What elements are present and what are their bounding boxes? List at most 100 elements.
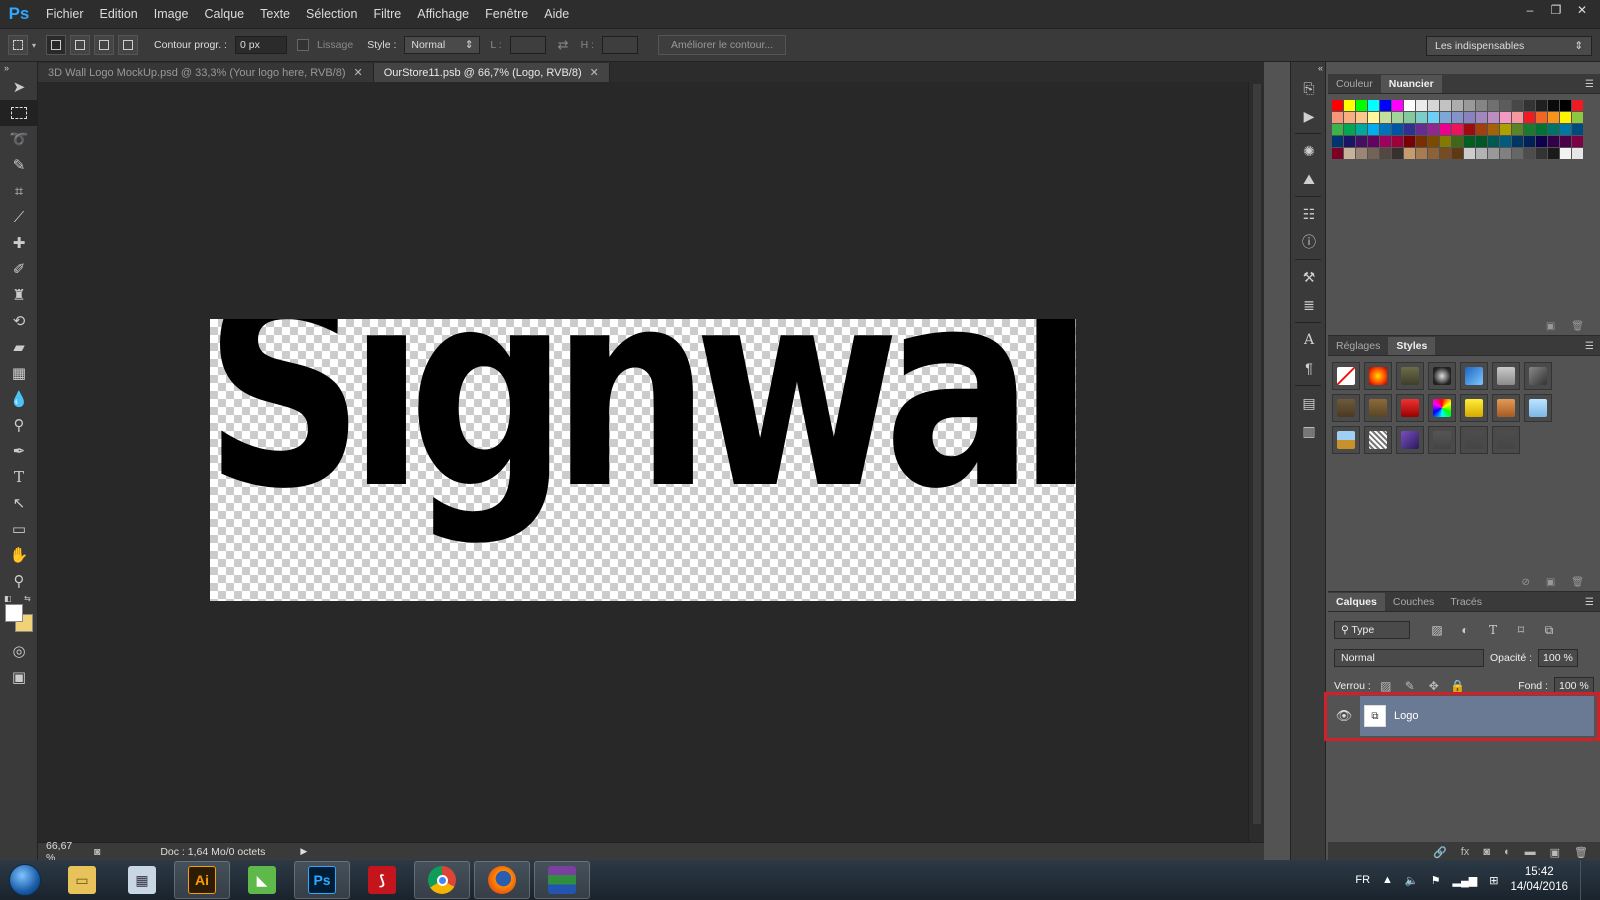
color-swatch[interactable] (1344, 124, 1355, 135)
color-swatch[interactable] (1560, 100, 1571, 111)
color-swatch[interactable] (1440, 100, 1451, 111)
path-selection-tool-icon[interactable]: ↖ (0, 490, 38, 516)
color-swatch[interactable] (1488, 124, 1499, 135)
swap-icon[interactable]: ⇄ (558, 37, 569, 53)
color-swatch[interactable] (1464, 112, 1475, 123)
color-swatch[interactable] (1368, 136, 1379, 147)
color-swatch[interactable] (1560, 112, 1571, 123)
rectangle-tool-icon[interactable]: ▭ (0, 516, 38, 542)
new-layer-icon[interactable]: ▣ (1550, 846, 1560, 859)
play-icon[interactable]: ▶ (300, 846, 307, 857)
color-swatch[interactable] (1356, 124, 1367, 135)
color-swatch[interactable] (1572, 148, 1583, 159)
taskbar-inkscape[interactable]: ◣ (234, 861, 290, 899)
collapse-toolbar-icon[interactable]: » (0, 62, 38, 74)
add-mask-icon[interactable]: ◙ (1483, 846, 1490, 858)
style-preset[interactable] (1332, 426, 1360, 454)
clear-style-icon[interactable]: ⊘ (1521, 577, 1529, 588)
color-swatch[interactable] (1464, 100, 1475, 111)
color-swatch[interactable] (1524, 100, 1535, 111)
marquee-tool-preset-icon[interactable] (8, 35, 28, 55)
layer-filter-select[interactable]: ⚲ Type (1334, 621, 1410, 639)
color-swatch[interactable] (1524, 136, 1535, 147)
brush-panel-icon[interactable]: ≣ (1291, 291, 1327, 319)
color-swatch[interactable] (1392, 124, 1403, 135)
color-swatch[interactable] (1572, 124, 1583, 135)
color-swatch[interactable] (1440, 112, 1451, 123)
pixel-filter-icon[interactable]: ▨ (1426, 623, 1448, 637)
color-swatch[interactable] (1536, 100, 1547, 111)
color-swatch[interactable] (1560, 148, 1571, 159)
color-swatch[interactable] (1560, 124, 1571, 135)
color-swatch[interactable] (1404, 124, 1415, 135)
color-swatch[interactable] (1548, 100, 1559, 111)
color-swatch[interactable] (1500, 148, 1511, 159)
layer-style-icon[interactable]: fx (1461, 846, 1470, 858)
color-swatch[interactable] (1524, 124, 1535, 135)
color-swatch[interactable] (1512, 136, 1523, 147)
color-swatch[interactable] (1428, 112, 1439, 123)
menu-filtre[interactable]: Filtre (365, 7, 409, 21)
clone-source-icon[interactable]: ⛰ (1291, 165, 1327, 193)
color-swatch[interactable] (1452, 112, 1463, 123)
color-swatch[interactable] (1428, 124, 1439, 135)
subtract-selection-icon[interactable] (94, 35, 115, 55)
color-swatch[interactable] (1368, 148, 1379, 159)
trash-icon[interactable]: 🗑 (1571, 321, 1584, 332)
color-swatch[interactable] (1476, 112, 1487, 123)
tab-3d-wall-logo[interactable]: 3D Wall Logo MockUp.psd @ 33,3% (Your lo… (38, 63, 374, 82)
workspace-select[interactable]: Les indispensables ⇕ (1426, 36, 1592, 56)
windows-flag-icon[interactable]: ⊞ (1489, 874, 1498, 887)
color-swatch[interactable] (1488, 112, 1499, 123)
color-swatch[interactable] (1416, 100, 1427, 111)
color-swatch[interactable] (1452, 136, 1463, 147)
style-preset[interactable] (1524, 362, 1552, 390)
taskbar-explorer[interactable]: ▭ (54, 861, 110, 899)
eyedropper-tool-icon[interactable]: ⟋ (0, 204, 38, 230)
style-preset[interactable] (1364, 426, 1392, 454)
tray-arrow-icon[interactable]: ▲ (1382, 874, 1393, 886)
color-swatch[interactable] (1512, 124, 1523, 135)
proof-icon[interactable]: ◙ (94, 846, 100, 858)
minimize-button[interactable]: – (1518, 2, 1542, 18)
style-preset[interactable] (1460, 394, 1488, 422)
color-swatch[interactable] (1428, 148, 1439, 159)
pen-tool-icon[interactable]: ✒ (0, 438, 38, 464)
color-swatch[interactable] (1404, 148, 1415, 159)
hand-tool-icon[interactable]: ✋ (0, 542, 38, 568)
tool-presets-icon[interactable]: ⚒ (1291, 263, 1327, 291)
actions-icon[interactable]: ▶ (1291, 102, 1327, 130)
menu-calque[interactable]: Calque (197, 7, 253, 21)
color-swatch[interactable] (1392, 148, 1403, 159)
restore-button[interactable]: ❐ (1544, 2, 1568, 18)
color-swatch[interactable] (1572, 112, 1583, 123)
color-swatch[interactable] (1464, 136, 1475, 147)
panel-menu-icon[interactable]: ☰ (1579, 594, 1600, 611)
trash-icon[interactable]: 🗑 (1571, 577, 1584, 588)
gradient-tool-icon[interactable]: ▦ (0, 360, 38, 386)
color-swatch[interactable] (1500, 100, 1511, 111)
color-swatch[interactable] (1332, 148, 1343, 159)
color-swatch[interactable] (1428, 136, 1439, 147)
color-swatch[interactable] (1344, 100, 1355, 111)
color-swatch[interactable] (1512, 100, 1523, 111)
color-swatch[interactable] (1464, 124, 1475, 135)
style-preset[interactable] (1396, 426, 1424, 454)
close-icon[interactable]: ✕ (590, 66, 599, 79)
tab-couleur[interactable]: Couleur (1328, 75, 1381, 93)
color-swatch[interactable] (1332, 124, 1343, 135)
menu-aide[interactable]: Aide (536, 7, 577, 21)
lock-position-icon[interactable]: ✥ (1425, 679, 1443, 693)
color-swatch[interactable] (1572, 100, 1583, 111)
color-swatch[interactable] (1536, 112, 1547, 123)
screen-mode-icon[interactable]: ▣ (0, 664, 38, 690)
color-swatch[interactable] (1500, 136, 1511, 147)
character-icon[interactable]: A (1291, 326, 1327, 354)
taskbar-acrobat[interactable]: ⟆ (354, 861, 410, 899)
color-swatch[interactable] (1512, 148, 1523, 159)
swap-colors-icon[interactable]: ⇆ (24, 594, 31, 603)
taskbar-winrar[interactable] (534, 861, 590, 899)
color-swatch[interactable] (1464, 148, 1475, 159)
tab-traces[interactable]: Tracés (1442, 593, 1490, 611)
color-swatch[interactable] (1500, 112, 1511, 123)
